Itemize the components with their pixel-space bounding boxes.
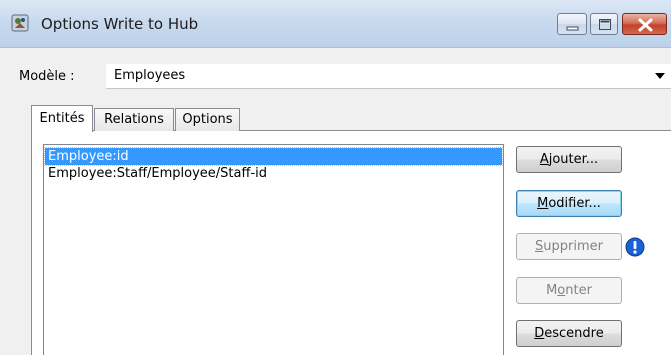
tab-entites[interactable]: Entités — [31, 105, 93, 132]
maximize-button[interactable] — [590, 13, 618, 35]
list-item[interactable]: Employee:Staff/Employee/Staff-id — [45, 165, 502, 182]
move-up-button-prefix: M — [546, 283, 558, 298]
modify-button-label: odifier... — [548, 196, 601, 211]
tab-options[interactable]: Options — [175, 108, 240, 131]
move-down-button[interactable]: Descendre — [516, 320, 622, 347]
modify-button[interactable]: Modifier... — [516, 190, 622, 217]
modify-button-mnemonic: M — [537, 196, 549, 211]
move-up-button[interactable]: Monter — [516, 277, 622, 304]
info-icon — [625, 237, 645, 257]
options-window: Options Write to Hub Modèle : Employees … — [0, 0, 671, 355]
app-icon — [11, 14, 29, 32]
delete-button-label: upprimer — [543, 239, 603, 254]
window-title: Options Write to Hub — [41, 15, 199, 33]
minimize-icon — [566, 26, 579, 31]
close-button[interactable] — [622, 13, 667, 35]
entities-list[interactable]: Employee:id Employee:Staff/Employee/Staf… — [43, 144, 504, 355]
chevron-down-icon[interactable] — [655, 73, 665, 79]
add-button[interactable]: Ajouter... — [516, 146, 622, 173]
move-down-button-mnemonic: D — [534, 326, 545, 341]
add-button-mnemonic: A — [539, 152, 549, 167]
close-icon — [638, 18, 653, 32]
model-label: Modèle : — [19, 69, 75, 84]
model-dropdown[interactable]: Employees — [106, 64, 671, 89]
minimize-button[interactable] — [557, 13, 587, 35]
move-down-button-label: escendre — [544, 326, 604, 341]
delete-button[interactable]: Supprimer — [516, 233, 622, 260]
maximize-icon — [599, 19, 611, 30]
list-item[interactable]: Employee:id — [44, 147, 503, 166]
add-button-label: jouter... — [548, 152, 599, 167]
model-value: Employees — [114, 68, 186, 83]
move-up-button-label: nter — [565, 283, 592, 298]
title-bar[interactable]: Options Write to Hub — [0, 0, 671, 48]
tab-relations[interactable]: Relations — [94, 108, 174, 131]
